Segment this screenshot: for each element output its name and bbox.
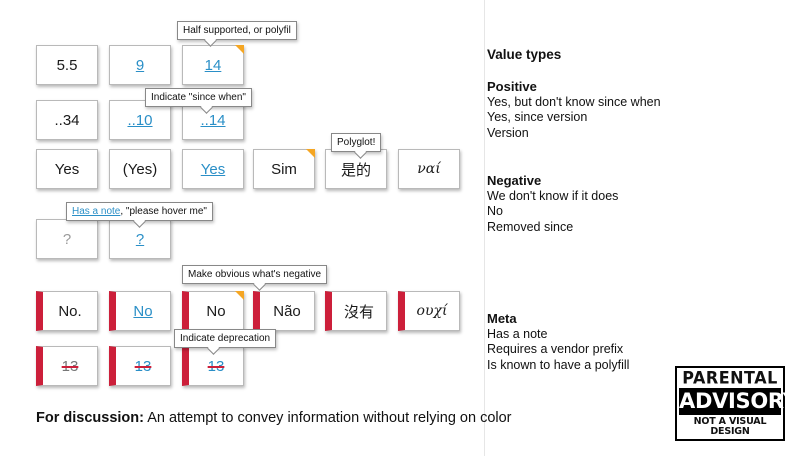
legend-item: Has a note <box>487 326 548 341</box>
cell-label: No. <box>58 302 82 320</box>
cell-version-polyfill[interactable]: 14 <box>182 45 244 85</box>
cell-no-chinese[interactable]: 沒有 <box>325 291 387 331</box>
cell-label: ? <box>62 230 72 248</box>
legend-item: No <box>487 204 503 218</box>
cell-label: Não <box>273 302 301 320</box>
cell-label: 13 <box>61 357 79 375</box>
cell-no[interactable]: No. <box>36 291 98 331</box>
tooltip-has-note: Has a note, "please hover me" <box>66 202 213 221</box>
cell-label: 沒有 <box>343 303 374 321</box>
tooltip-text: Make obvious what's negative <box>188 269 322 280</box>
advisory-top: PARENTAL <box>682 367 778 388</box>
tooltip-text: , "please hover me" <box>120 206 207 217</box>
cell-version[interactable]: 5.5 <box>36 45 98 85</box>
tooltip-text: Polyglot! <box>337 137 376 148</box>
legend-item: Requires a vendor prefix <box>487 342 624 356</box>
legend-meta: Meta Has a note Requires a vendor prefix… <box>487 311 629 373</box>
legend-item: Version <box>487 125 529 140</box>
cell-label[interactable]: 13 <box>208 358 225 375</box>
legend-heading: Meta <box>487 311 517 326</box>
cell-yes-partial[interactable]: (Yes) <box>109 149 171 189</box>
legend-item: Yes, but don't know since when <box>487 94 661 109</box>
cell-no-greek[interactable]: ουχί <box>398 291 460 331</box>
tooltip-negative: Make obvious what's negative <box>182 265 328 284</box>
cell-label[interactable]: ..10 <box>127 112 152 129</box>
cell-label: ..34 <box>54 111 80 129</box>
cell-label: Sim <box>271 160 297 178</box>
tooltip-text: Indicate deprecation <box>180 333 271 344</box>
cell-label: ναί <box>417 161 441 177</box>
cell-label: 5.5 <box>56 56 78 74</box>
cell-since[interactable]: ..34 <box>36 100 98 140</box>
cell-yes[interactable]: Yes <box>36 149 98 189</box>
legend-item: Is known to have a polyfill <box>487 357 630 372</box>
cell-label: 是的 <box>340 161 371 179</box>
cell-version-note[interactable]: 9 <box>109 45 171 85</box>
discussion-label: For discussion: <box>36 410 144 426</box>
legend-item: Removed since <box>487 219 574 234</box>
cell-unknown[interactable]: ? <box>36 219 98 259</box>
cell-no-polyfill[interactable]: No <box>182 291 244 331</box>
legend-positive: Positive Yes, but don't know since when … <box>487 79 661 141</box>
discussion-note: For discussion: An attempt to convey inf… <box>36 410 512 426</box>
tooltip-since-when: Indicate "since when" <box>145 88 252 107</box>
discussion-text: An attempt to convey information without… <box>143 410 512 426</box>
cell-yes-greek[interactable]: ναί <box>398 149 460 189</box>
cell-yes-note[interactable]: Yes <box>182 149 244 189</box>
tooltip-half-supported: Half supported, or polyfil <box>177 21 297 40</box>
cell-label[interactable]: ..14 <box>200 112 225 129</box>
legend-heading: Positive <box>487 79 537 94</box>
cell-label[interactable]: 9 <box>136 57 144 74</box>
legend-heading: Negative <box>487 173 542 188</box>
tooltip-polyglot: Polyglot! <box>331 133 382 152</box>
panel-divider <box>484 0 485 456</box>
cell-label: (Yes) <box>122 160 158 178</box>
cell-no-note[interactable]: No <box>109 291 171 331</box>
legend-item: Yes, since version <box>487 110 588 124</box>
cell-removed-note[interactable]: 13 <box>109 346 171 386</box>
legend-negative: Negative We don't know if it does No Rem… <box>487 173 618 235</box>
advisory-middle: ADVISORY <box>679 388 798 415</box>
tooltip-deprecation: Indicate deprecation <box>174 329 277 348</box>
cell-label[interactable]: ? <box>136 231 144 248</box>
cell-label[interactable]: 13 <box>135 358 152 375</box>
cell-label: Yes <box>54 160 80 178</box>
legend-title: Value types <box>487 47 562 62</box>
note-link[interactable]: Has a note <box>72 206 120 217</box>
cell-label[interactable]: No <box>133 303 152 320</box>
tooltip-text: Half supported, or polyfil <box>183 25 291 36</box>
tooltip-text: Indicate "since when" <box>151 92 246 103</box>
cell-label: No <box>206 302 226 320</box>
parental-advisory-logo: PARENTAL ADVISORY NOT A VISUAL DESIGN <box>675 366 798 441</box>
advisory-bottom: NOT A VISUAL DESIGN <box>693 416 767 437</box>
cell-label: ουχί <box>416 303 448 319</box>
cell-yes-portuguese[interactable]: Sim <box>253 149 315 189</box>
cell-label[interactable]: Yes <box>201 161 225 178</box>
cell-removed[interactable]: 13 <box>36 346 98 386</box>
legend-item: We don't know if it does <box>487 188 619 203</box>
cell-no-portuguese[interactable]: Não <box>253 291 315 331</box>
cell-label[interactable]: 14 <box>205 57 222 74</box>
